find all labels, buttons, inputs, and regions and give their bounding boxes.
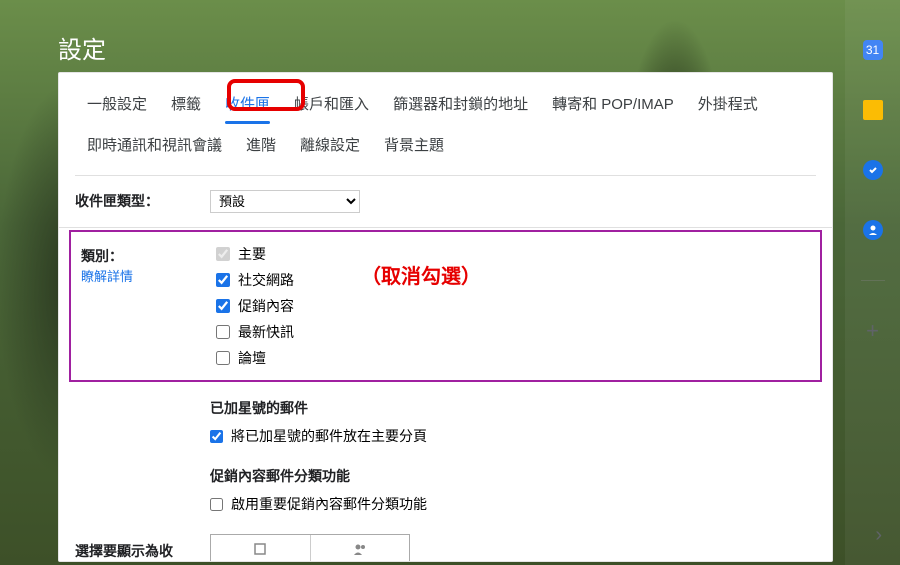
checkbox-label: 主要: [238, 244, 266, 264]
add-icon[interactable]: +: [863, 321, 883, 341]
tab-filters[interactable]: 篩選器和封鎖的地址: [381, 85, 540, 122]
inbox-icon: [253, 542, 267, 556]
right-sidebar: 31 + ›: [845, 0, 900, 565]
tab-forwarding[interactable]: 轉寄和 POP/IMAP: [540, 85, 686, 122]
chevron-right-icon[interactable]: ›: [875, 524, 882, 547]
category-item-updates[interactable]: 最新快訊: [216, 322, 294, 342]
contacts-icon[interactable]: [863, 220, 883, 240]
people-icon: [353, 542, 367, 556]
tab-inbox[interactable]: 收件匣: [213, 85, 282, 122]
promo-bundle-option[interactable]: 啟用重要促銷內容郵件分類功能: [210, 494, 816, 514]
checkbox-label: 啟用重要促銷內容郵件分類功能: [231, 494, 427, 514]
settings-tabs-row2: 即時通訊和視訊會議 進階 離線設定 背景主題: [59, 122, 832, 175]
checkbox-primary: [216, 247, 230, 261]
inbox-type-select[interactable]: 預設: [210, 190, 360, 213]
categories-highlight-box: （取消勾選） 類別： 瞭解詳情 主要 社交網路: [69, 230, 822, 382]
tab-labels[interactable]: 標籤: [159, 85, 213, 122]
tab-addons[interactable]: 外掛程式: [686, 85, 770, 122]
checkbox-promotions[interactable]: [216, 299, 230, 313]
checkbox-label: 促銷內容: [238, 296, 294, 316]
category-item-social[interactable]: 社交網路: [216, 270, 294, 290]
starred-option[interactable]: 將已加星號的郵件放在主要分頁: [210, 426, 816, 446]
learn-more-link[interactable]: 瞭解詳情: [81, 269, 133, 284]
keep-icon[interactable]: [863, 100, 883, 120]
checkbox-updates[interactable]: [216, 325, 230, 339]
settings-tabs-row1: 一般設定 標籤 收件匣 帳戶和匯入 篩選器和封鎖的地址 轉寄和 POP/IMAP…: [59, 73, 832, 122]
category-item-forums[interactable]: 論壇: [216, 348, 294, 368]
settings-panel: 一般設定 標籤 收件匣 帳戶和匯入 篩選器和封鎖的地址 轉寄和 POP/IMAP…: [58, 72, 833, 562]
inbox-type-label: 收件匣類型：: [75, 191, 210, 211]
checkbox-label: 將已加星號的郵件放在主要分頁: [231, 426, 427, 446]
section-divider: [59, 227, 832, 228]
starred-title: 已加星號的郵件: [210, 398, 816, 418]
tab-general[interactable]: 一般設定: [75, 85, 159, 122]
category-item-primary[interactable]: 主要: [216, 244, 294, 264]
checkbox-label: 論壇: [238, 348, 266, 368]
tab-accounts[interactable]: 帳戶和匯入: [282, 85, 381, 122]
tab-offline[interactable]: 離線設定: [288, 126, 372, 163]
category-item-promotions[interactable]: 促銷內容: [216, 296, 294, 316]
category-list: 主要 社交網路 促銷內容 最新快訊: [216, 244, 294, 368]
tab-themes[interactable]: 背景主題: [372, 126, 456, 163]
tab-chat[interactable]: 即時通訊和視訊會議: [75, 126, 234, 163]
checkbox-starred-in-primary[interactable]: [210, 430, 223, 443]
page-title: 設定: [58, 30, 106, 65]
tasks-icon[interactable]: [863, 160, 883, 180]
promo-bundle-title: 促銷內容郵件分類功能: [210, 466, 816, 486]
annotation-cancel-check: （取消勾選）: [361, 260, 481, 289]
checkbox-label: 最新快訊: [238, 322, 294, 342]
checkbox-promo-bundle[interactable]: [210, 498, 223, 511]
checkbox-social[interactable]: [216, 273, 230, 287]
tab-advanced[interactable]: 進階: [234, 126, 288, 163]
calendar-icon[interactable]: 31: [863, 40, 883, 60]
checkbox-forums[interactable]: [216, 351, 230, 365]
checkbox-label: 社交網路: [238, 270, 294, 290]
categories-label: 類別：: [81, 248, 123, 264]
section-label: 選擇要顯示為收: [75, 541, 210, 561]
